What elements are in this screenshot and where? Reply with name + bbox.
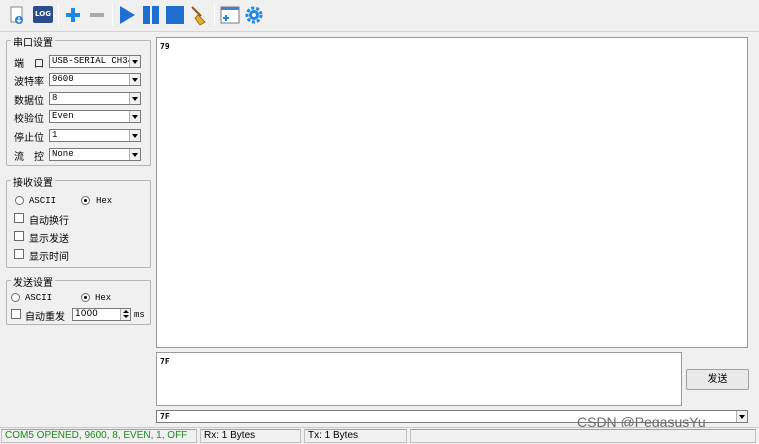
chevron-down-icon[interactable] — [129, 93, 140, 104]
spin-arrows-icon[interactable] — [120, 309, 130, 320]
data-bits-label: 数据位 — [14, 96, 44, 107]
receive-ascii-radio[interactable] — [15, 196, 24, 205]
send-hex-radio[interactable] — [81, 293, 90, 302]
resend-interval-input[interactable]: 1000 — [72, 308, 131, 321]
chevron-down-icon[interactable] — [129, 149, 140, 160]
send-history-value: 7F — [160, 412, 170, 421]
settings-icon[interactable] — [243, 4, 265, 26]
stop-bits-select[interactable]: 1 — [49, 129, 141, 142]
receive-text: 79 — [160, 42, 170, 51]
send-hex-label: Hex — [95, 293, 112, 303]
rx-count: Rx: 1 Bytes — [200, 429, 301, 443]
port-value: USB-SERIAL CH34 — [52, 56, 134, 66]
receive-hex-radio[interactable] — [81, 196, 90, 205]
flow-control-label: 流 控 — [14, 152, 44, 163]
baud-select[interactable]: 9600 — [49, 73, 141, 86]
log-icon[interactable]: LOG — [33, 6, 53, 23]
parity-value: Even — [52, 111, 74, 121]
flow-control-select[interactable]: None — [49, 148, 141, 161]
start-icon[interactable] — [116, 4, 138, 26]
show-time-label: 显示时间 — [29, 252, 69, 263]
data-bits-value: 8 — [52, 93, 58, 103]
parity-select[interactable]: Even — [49, 110, 141, 123]
receive-text-area[interactable]: 79 — [156, 37, 748, 348]
chevron-down-icon[interactable] — [129, 74, 140, 85]
show-send-label: 显示发送 — [29, 234, 69, 245]
receive-settings-title: 接收设置 — [11, 174, 55, 189]
log-label: LOG — [35, 10, 51, 18]
new-window-icon[interactable] — [219, 4, 241, 26]
chevron-down-icon[interactable] — [129, 56, 140, 67]
parity-label: 校验位 — [14, 114, 44, 125]
baud-label: 波特率 — [14, 77, 44, 88]
send-text-area[interactable]: 7F — [156, 352, 682, 406]
data-bits-select[interactable]: 8 — [49, 92, 141, 105]
send-settings-title: 发送设置 — [11, 274, 55, 289]
tx-count: Tx: 1 Bytes — [304, 429, 407, 443]
receive-ascii-label: ASCII — [29, 196, 57, 206]
open-file-icon[interactable] — [7, 4, 29, 26]
serial-settings-title: 串口设置 — [11, 34, 55, 49]
auto-resend-checkbox[interactable] — [11, 309, 21, 319]
toolbar-separator — [112, 4, 113, 26]
chevron-down-icon[interactable] — [736, 411, 747, 422]
stop-icon[interactable] — [164, 4, 186, 26]
auto-wrap-checkbox[interactable] — [14, 213, 24, 223]
flow-control-value: None — [52, 149, 74, 159]
receive-hex-label: Hex — [96, 196, 113, 206]
send-text: 7F — [160, 357, 170, 366]
clear-icon[interactable] — [188, 4, 210, 26]
remove-icon[interactable] — [86, 4, 108, 26]
resend-interval-value: 1000 — [75, 309, 98, 319]
auto-wrap-label: 自动换行 — [29, 216, 69, 227]
send-button[interactable]: 发送 — [686, 369, 749, 390]
auto-resend-label: 自动重发 — [25, 312, 65, 323]
toolbar-separator — [214, 4, 215, 26]
send-ascii-label: ASCII — [25, 293, 53, 303]
status-empty — [410, 429, 756, 443]
port-label: 端 口 — [14, 59, 44, 70]
port-status: COM5 OPENED, 9600, 8, EVEN, 1, OFF — [1, 429, 197, 443]
baud-value: 9600 — [52, 74, 74, 84]
show-time-checkbox[interactable] — [14, 249, 24, 259]
stop-bits-value: 1 — [52, 130, 58, 140]
receive-settings-group: 接收设置 — [6, 174, 151, 268]
show-send-checkbox[interactable] — [14, 231, 24, 241]
port-select[interactable]: USB-SERIAL CH34 — [49, 55, 141, 68]
send-ascii-radio[interactable] — [11, 293, 20, 302]
stop-bits-label: 停止位 — [14, 133, 44, 144]
status-bar: COM5 OPENED, 9600, 8, EVEN, 1, OFF Rx: 1… — [0, 427, 759, 444]
toolbar-separator — [58, 4, 59, 26]
chevron-down-icon[interactable] — [129, 130, 140, 141]
pause-icon[interactable] — [140, 4, 162, 26]
chevron-down-icon[interactable] — [129, 111, 140, 122]
add-icon[interactable] — [62, 4, 84, 26]
toolbar: LOG — [0, 0, 759, 32]
interval-unit: ms — [134, 310, 145, 320]
